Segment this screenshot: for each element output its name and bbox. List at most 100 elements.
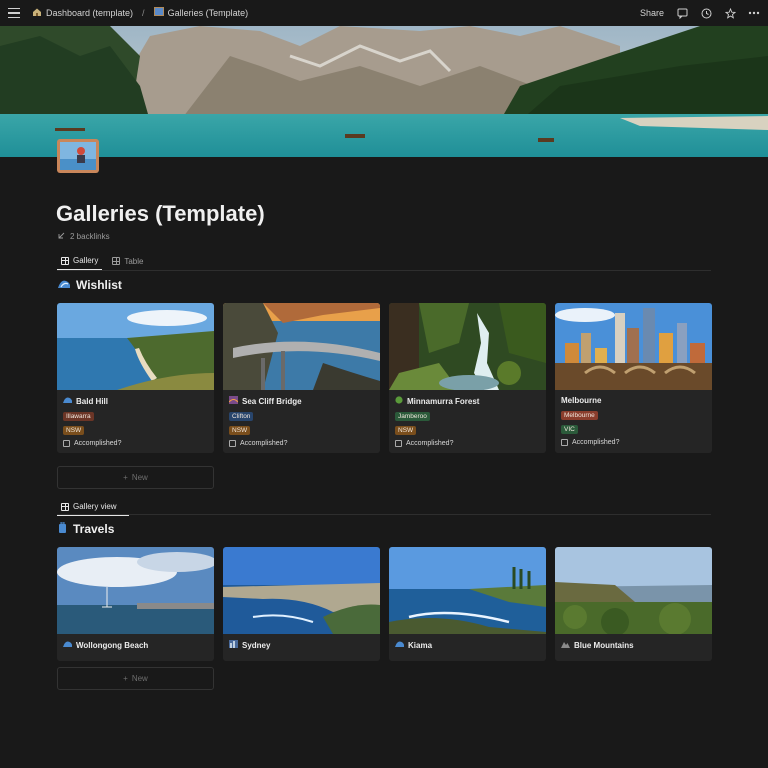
tag-state: NSW [63, 426, 85, 435]
accomplished-checkbox[interactable]: Accomplished? [395, 440, 540, 447]
card-name: Kiama [408, 640, 433, 650]
gallery-view-tabs: Gallery view [57, 498, 711, 516]
house-icon [32, 7, 42, 20]
accomplished-checkbox[interactable]: Accomplished? [229, 440, 374, 447]
tag-region: Illawarra [63, 412, 94, 421]
card-image [223, 547, 380, 634]
top-bar: Dashboard (template) / Galleries (Templa… [0, 0, 768, 26]
travels-gallery: Wollongong Beach Sydney Kiama Blue Mount… [57, 547, 712, 661]
mountain-icon [561, 640, 570, 650]
checkbox-icon [395, 440, 402, 447]
cover-image[interactable] [0, 26, 768, 157]
card-title: Minnamurra Forest [395, 396, 540, 406]
tag-region: Jamberoo [395, 412, 430, 421]
wave-icon [63, 640, 72, 650]
backlinks[interactable]: 2 backlinks [58, 232, 110, 241]
tab-gallery-view-label: Gallery view [73, 502, 117, 511]
tab-gallery[interactable]: Gallery [57, 252, 103, 270]
card-name: Minnamurra Forest [407, 396, 480, 406]
comment-icon[interactable] [676, 7, 688, 19]
checkbox-label: Accomplished? [406, 440, 454, 447]
new-label: New [131, 473, 148, 482]
plus-icon: + [123, 674, 128, 683]
tag-state: VIC [561, 425, 578, 434]
tab-gallery-view[interactable]: Gallery view [57, 498, 129, 516]
tag-state: NSW [229, 426, 251, 435]
card-image [555, 303, 712, 390]
card-melbourne[interactable]: Melbourne Melbourne VIC Accomplished? [555, 303, 712, 453]
breadcrumb-separator: / [142, 8, 145, 18]
star-icon[interactable] [724, 7, 736, 19]
table-icon [112, 257, 121, 265]
checkbox-icon [63, 440, 70, 447]
card-title: Sea Cliff Bridge [228, 396, 374, 406]
card-name: Bald Hill [76, 396, 109, 406]
accomplished-checkbox[interactable]: Accomplished? [63, 440, 208, 447]
bridge-icon [228, 396, 239, 406]
plus-icon: + [123, 473, 128, 482]
accomplished-checkbox[interactable]: Accomplished? [561, 439, 706, 446]
city-icon [229, 640, 238, 650]
card-image [57, 547, 214, 634]
share-button[interactable]: Share [640, 8, 664, 18]
checkbox-label: Accomplished? [572, 439, 620, 446]
page-icon [153, 7, 164, 19]
wishlist-title[interactable]: Wishlist [58, 278, 122, 292]
new-travels-button[interactable]: + New [57, 667, 214, 690]
checkbox-label: Accomplished? [74, 440, 122, 447]
wishlist-gallery: Bald Hill Illawarra NSW Accomplished? Se… [57, 303, 712, 453]
card-name: Sydney [242, 640, 271, 650]
breadcrumb-item-galleries[interactable]: Galleries (Template) [168, 8, 249, 18]
gallery-icon [61, 256, 69, 265]
checkbox-label: Accomplished? [240, 440, 288, 447]
card-name: Blue Mountains [574, 640, 634, 650]
backlink-arrow-icon [58, 232, 65, 241]
travels-title[interactable]: Travels [58, 521, 115, 536]
card-blue-mountains[interactable]: Blue Mountains [555, 547, 712, 661]
card-wollongong-beach[interactable]: Wollongong Beach [57, 547, 214, 661]
wave-icon [395, 640, 404, 650]
card-kiama[interactable]: Kiama [389, 547, 546, 661]
card-title: Wollongong Beach [63, 640, 208, 650]
tab-gallery-label: Gallery [73, 256, 99, 265]
clock-icon[interactable] [700, 7, 712, 19]
new-label: New [131, 674, 148, 683]
tag-state: NSW [395, 426, 417, 435]
card-title: Bald Hill [63, 396, 208, 406]
card-image [223, 303, 380, 390]
more-icon[interactable] [748, 7, 760, 19]
card-title: Melbourne [561, 396, 706, 405]
card-title: Sydney [229, 640, 374, 650]
new-wishlist-button[interactable]: + New [57, 466, 214, 489]
page-title: Galleries (Template) [56, 201, 265, 226]
backlinks-label: 2 backlinks [70, 232, 110, 241]
card-image [389, 547, 546, 634]
checkbox-icon [229, 440, 236, 447]
breadcrumb: Dashboard (template) / Galleries (Templa… [32, 7, 248, 20]
tag-region: Clifton [229, 412, 254, 421]
wishlist-label: Wishlist [76, 278, 122, 292]
view-tabs: Gallery Table [57, 252, 711, 271]
travels-label: Travels [73, 522, 115, 536]
card-title: Blue Mountains [561, 640, 706, 650]
card-image [389, 303, 546, 390]
card-sea-cliff-bridge[interactable]: Sea Cliff Bridge Clifton NSW Accomplishe… [223, 303, 380, 453]
card-sydney[interactable]: Sydney [223, 547, 380, 661]
wave-icon [63, 396, 72, 406]
card-image [555, 547, 712, 634]
wave-icon [58, 278, 70, 292]
card-name: Wollongong Beach [76, 640, 149, 650]
tab-table[interactable]: Table [108, 252, 147, 270]
card-name: Melbourne [561, 396, 602, 405]
checkbox-icon [561, 439, 568, 446]
card-bald-hill[interactable]: Bald Hill Illawarra NSW Accomplished? [57, 303, 214, 453]
gallery-icon [61, 502, 69, 511]
tab-table-label: Table [124, 256, 144, 266]
card-name: Sea Cliff Bridge [242, 396, 302, 406]
tag-region: Melbourne [561, 411, 598, 420]
menu-icon[interactable] [8, 8, 20, 18]
breadcrumb-item-dashboard[interactable]: Dashboard (template) [46, 8, 133, 18]
page-icon-image[interactable] [57, 139, 99, 173]
green-circle-icon [395, 396, 403, 406]
card-minnamurra-forest[interactable]: Minnamurra Forest Jamberoo NSW Accomplis… [389, 303, 546, 453]
